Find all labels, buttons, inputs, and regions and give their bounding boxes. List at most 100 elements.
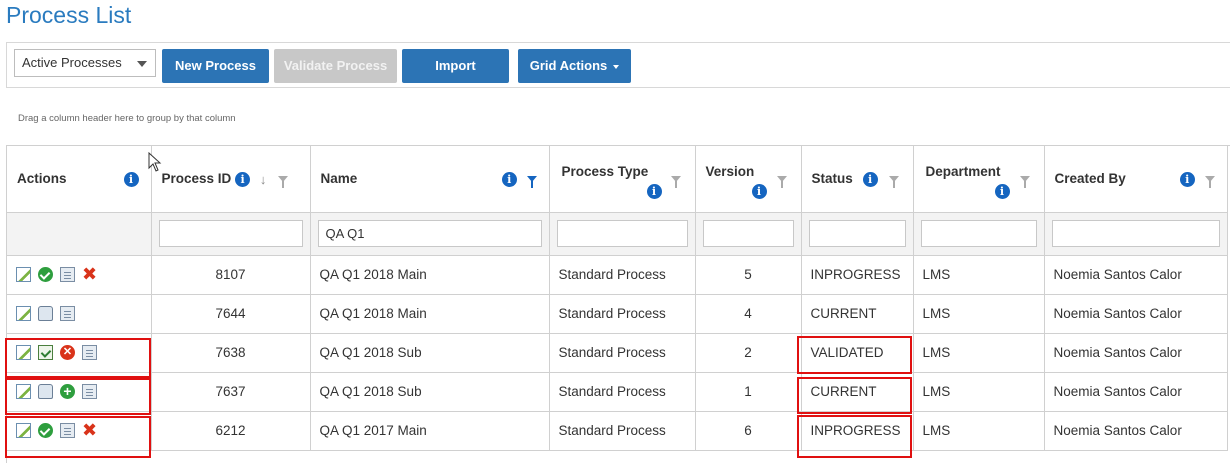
cell-name: QA Q1 2017 Main (310, 411, 550, 451)
filter-cell-actions (7, 212, 152, 256)
column-header-created-by[interactable]: Created By i (1044, 146, 1228, 213)
cell-created-by: Noemia Santos Calor (1044, 411, 1228, 451)
cell-department: LMS (913, 255, 1045, 295)
filter-icon[interactable] (889, 176, 900, 189)
filter-active-icon[interactable] (526, 176, 537, 189)
cell-process-id: 7644 (151, 294, 311, 334)
filter-input-status[interactable] (808, 220, 906, 247)
filter-input-version[interactable] (702, 220, 794, 247)
copy-icon[interactable] (60, 267, 75, 283)
table-row[interactable]: ✖ 8107 QA Q1 2018 Main Standard Process … (7, 255, 1228, 295)
process-grid: Actions i Process ID i ↓ Name i Process … (6, 145, 1230, 463)
row-actions: ✕ (7, 333, 152, 373)
cell-status: INPROGRESS (801, 411, 914, 451)
table-row[interactable]: 7644 QA Q1 2018 Main Standard Process 4 … (7, 294, 1228, 334)
info-icon[interactable]: i (862, 171, 878, 187)
info-icon[interactable]: i (646, 184, 662, 199)
row-actions: ✖ (7, 255, 152, 295)
table-row[interactable]: ✖ 6212 QA Q1 2017 Main Standard Process … (7, 411, 1228, 451)
cell-department: LMS (913, 294, 1045, 334)
filter-input-created-by[interactable] (1051, 220, 1220, 247)
filter-icon[interactable] (278, 176, 289, 189)
column-header-version[interactable]: Version i (695, 146, 802, 213)
info-icon[interactable]: i (1179, 171, 1195, 187)
process-filter-select[interactable]: Active Processes (14, 49, 156, 77)
filter-input-name[interactable]: QA Q1 (317, 220, 542, 247)
table-row[interactable]: + 7637 QA Q1 2018 Sub Standard Process 1… (7, 372, 1228, 412)
cell-version: 2 (695, 333, 802, 373)
row-actions: ✖ (7, 411, 152, 451)
cancel-icon[interactable]: ✕ (60, 345, 75, 361)
delete-icon[interactable]: ✖ (82, 266, 97, 284)
database-icon[interactable] (38, 306, 53, 322)
cell-process-type: Standard Process (549, 372, 696, 412)
approve-icon[interactable] (38, 423, 53, 439)
filter-row: QA Q1 (7, 212, 1228, 256)
approve-icon[interactable] (38, 267, 53, 283)
column-header-status[interactable]: Status i (801, 146, 914, 213)
sort-descending-icon[interactable]: ↓ (260, 172, 267, 187)
column-header-name[interactable]: Name i (310, 146, 550, 213)
cell-name: QA Q1 2018 Main (310, 255, 550, 295)
column-title: Version (705, 164, 755, 179)
group-by-hint[interactable]: Drag a column header here to group by th… (18, 113, 236, 124)
filter-input-department[interactable] (920, 220, 1037, 247)
column-title: Process Type (561, 164, 649, 179)
copy-icon[interactable] (82, 345, 97, 361)
import-button[interactable]: Import (402, 49, 509, 83)
edit-icon[interactable] (16, 345, 31, 361)
cell-process-id: 7638 (151, 333, 311, 373)
column-header-process-id[interactable]: Process ID i ↓ (151, 146, 311, 213)
info-icon[interactable]: i (235, 171, 251, 187)
cell-status: CURRENT (801, 372, 914, 412)
chevron-down-icon (137, 61, 147, 67)
cell-status: INPROGRESS (801, 255, 914, 295)
cell-created-by: Noemia Santos Calor (1044, 372, 1228, 412)
edit-icon[interactable] (16, 267, 31, 283)
table-row[interactable]: ✕ 7638 QA Q1 2018 Sub Standard Process 2… (7, 333, 1228, 373)
new-process-button[interactable]: New Process (162, 49, 269, 83)
validate-process-button[interactable]: Validate Process (274, 49, 397, 83)
edit-icon[interactable] (16, 423, 31, 439)
validate-icon[interactable] (38, 345, 53, 361)
delete-icon[interactable]: ✖ (82, 422, 97, 440)
info-icon[interactable]: i (123, 171, 139, 187)
copy-icon[interactable] (82, 384, 97, 400)
cell-name: QA Q1 2018 Sub (310, 333, 550, 373)
cell-status: CURRENT (801, 294, 914, 334)
copy-icon[interactable] (60, 423, 75, 439)
cell-process-type: Standard Process (549, 333, 696, 373)
cell-department: LMS (913, 411, 1045, 451)
column-title: Name (320, 171, 358, 187)
caret-down-icon (613, 64, 620, 69)
cell-name: QA Q1 2018 Main (310, 294, 550, 334)
column-header-actions[interactable]: Actions i (7, 146, 152, 213)
column-header-department[interactable]: Department i (913, 146, 1045, 213)
copy-icon[interactable] (60, 306, 75, 322)
info-icon[interactable]: i (751, 184, 767, 199)
database-icon[interactable] (38, 384, 53, 400)
cell-process-id: 8107 (151, 255, 311, 295)
filter-icon[interactable] (776, 176, 787, 188)
cell-department: LMS (913, 372, 1045, 412)
filter-icon[interactable] (1019, 176, 1030, 188)
cell-process-type: Standard Process (549, 411, 696, 451)
column-header-process-type[interactable]: Process Type i (549, 146, 696, 213)
column-title: Status (811, 170, 853, 186)
edit-icon[interactable] (16, 384, 31, 400)
column-title: Created By (1054, 171, 1126, 187)
grid-actions-button[interactable]: Grid Actions (518, 49, 631, 83)
process-filter-select-value: Active Processes (22, 55, 122, 70)
info-icon[interactable]: i (994, 184, 1010, 199)
grid-actions-label: Grid Actions (529, 58, 608, 73)
cell-process-type: Standard Process (549, 255, 696, 295)
info-icon[interactable]: i (501, 171, 517, 187)
filter-icon[interactable] (1204, 176, 1215, 189)
filter-input-process-type[interactable] (556, 220, 688, 247)
toolbar: Active Processes New Process Validate Pr… (6, 42, 1230, 88)
filter-icon[interactable] (670, 176, 681, 188)
add-icon[interactable]: + (60, 384, 75, 400)
cell-process-id: 6212 (151, 411, 311, 451)
filter-input-process-id[interactable] (158, 220, 303, 247)
edit-icon[interactable] (16, 306, 31, 322)
